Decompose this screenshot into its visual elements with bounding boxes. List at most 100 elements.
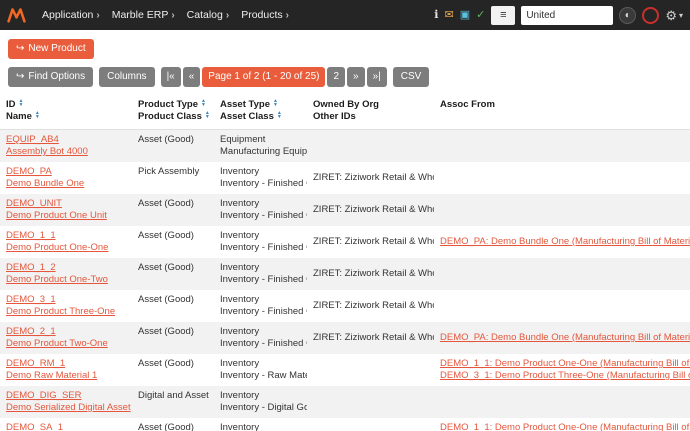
- assoc-from-link[interactable]: DEMO_PA: Demo Bundle One (Manufacturing …: [440, 236, 690, 248]
- next-page-button[interactable]: »: [347, 67, 365, 87]
- sort-product-type-icon[interactable]: ▲▼: [201, 99, 206, 108]
- col-header-id-name: ID▲▼ Name▲▼: [0, 95, 132, 130]
- asset-class-value: Inventory - Digital Good: [220, 402, 307, 413]
- product-id-link[interactable]: DEMO_UNIT: [6, 198, 62, 210]
- new-product-button[interactable]: ↪ New Product: [8, 39, 94, 59]
- id-name-cell: DEMO_1_1 Demo Product One-One: [0, 226, 132, 258]
- settings-menu[interactable]: ⚙ ▾: [665, 9, 683, 22]
- product-id-link[interactable]: EQUIP_AB4: [6, 134, 59, 146]
- assoc-from-link[interactable]: DEMO_1_1: Demo Product One-One (Manufact…: [440, 358, 690, 370]
- product-name-link[interactable]: Demo Serialized Digital Asset: [6, 402, 131, 414]
- sort-name-icon[interactable]: ▲▼: [35, 111, 40, 120]
- chevron-right-icon: ›: [286, 10, 289, 21]
- caret-down-icon: ▾: [679, 11, 683, 20]
- search-input[interactable]: [521, 6, 613, 25]
- product-table-body: EQUIP_AB4 Assembly Bot 4000 Asset (Good)…: [0, 130, 690, 431]
- first-page-button[interactable]: |«: [161, 67, 181, 87]
- product-type-cell: Asset (Good): [132, 418, 214, 431]
- menu-catalog[interactable]: Catalog ›: [187, 9, 230, 21]
- product-name-link[interactable]: Assembly Bot 4000: [6, 146, 88, 158]
- asset-class-value: Inventory - Finished Good: [220, 338, 307, 349]
- product-id-link[interactable]: DEMO_PA: [6, 166, 52, 178]
- id-name-cell: DEMO_PA Demo Bundle One: [0, 162, 132, 194]
- find-options-button[interactable]: ↪ Find Options: [8, 67, 93, 87]
- list-icon: ≡: [500, 10, 506, 21]
- header-name-label: Name: [6, 111, 32, 122]
- asset-type-cell: Inventory Inventory - Finished Good: [214, 226, 307, 258]
- product-id-link[interactable]: DEMO_2_1: [6, 326, 56, 338]
- asset-class-value: Inventory - Raw Material: [220, 370, 307, 381]
- topbar: Application › Marble ERP › Catalog › Pro…: [0, 0, 690, 30]
- assoc-from-cell: [434, 258, 690, 290]
- assoc-from-cell: DEMO_1_1: Demo Product One-One (Manufact…: [434, 354, 690, 386]
- product-name-link[interactable]: Demo Raw Material 1: [6, 370, 97, 382]
- columns-button[interactable]: Columns: [99, 67, 154, 87]
- menu-application-label: Application: [42, 9, 93, 21]
- assoc-from-link[interactable]: DEMO_1_1: Demo Product One-One (Manufact…: [440, 422, 690, 431]
- product-name-link[interactable]: Demo Product One-Two: [6, 274, 108, 286]
- screen-icon[interactable]: ▣: [460, 10, 470, 21]
- owned-by-org-value: ZIRET: Ziziwork Retail & Wholesale: [313, 268, 434, 279]
- product-type-cell: Asset (Good): [132, 194, 214, 226]
- product-name-link[interactable]: Demo Product One-One: [6, 242, 108, 254]
- last-page-button[interactable]: »|: [367, 67, 387, 87]
- product-id-link[interactable]: DEMO_DIG_SER: [6, 390, 82, 402]
- header-product-class-label: Product Class: [138, 111, 202, 122]
- header-product-type-label: Product Type: [138, 99, 198, 110]
- id-name-cell: EQUIP_AB4 Assembly Bot 4000: [0, 130, 132, 163]
- next-page-icon: »: [353, 72, 359, 82]
- menu-products[interactable]: Products ›: [241, 9, 289, 21]
- menu-application[interactable]: Application ›: [42, 9, 100, 21]
- owned-by-org-value: ZIRET: Ziziwork Retail & Wholesale: [313, 300, 434, 311]
- header-other-ids-label: Other IDs: [313, 111, 428, 123]
- check-icon[interactable]: ✓: [476, 10, 485, 21]
- asset-type-value: Inventory: [220, 198, 259, 209]
- prev-page-button[interactable]: «: [183, 67, 201, 87]
- sort-product-class-icon[interactable]: ▲▼: [205, 111, 210, 120]
- dark-mode-toggle[interactable]: ◐: [619, 7, 636, 24]
- logout-button[interactable]: [642, 7, 659, 24]
- sort-asset-class-icon[interactable]: ▲▼: [277, 111, 282, 120]
- mail-icon[interactable]: ✉: [444, 10, 453, 21]
- list-view-button[interactable]: ≡: [491, 6, 515, 25]
- assoc-from-link[interactable]: DEMO_PA: Demo Bundle One (Manufacturing …: [440, 332, 690, 344]
- assoc-from-cell: DEMO_1_1: Demo Product One-One (Manufact…: [434, 418, 690, 431]
- table-row: DEMO_3_1 Demo Product Three-One Asset (G…: [0, 290, 690, 322]
- product-id-link[interactable]: DEMO_3_1: [6, 294, 56, 306]
- moqui-logo[interactable]: [7, 7, 26, 23]
- csv-button[interactable]: CSV: [393, 67, 430, 87]
- table-row: DEMO_PA Demo Bundle One Pick Assembly In…: [0, 162, 690, 194]
- owned-by-org-cell: ZIRET: Ziziwork Retail & Wholesale: [307, 322, 434, 354]
- product-name-link[interactable]: Demo Product Two-One: [6, 338, 108, 350]
- product-id-link[interactable]: DEMO_RM_1: [6, 358, 65, 370]
- asset-type-cell: Inventory Inventory - Finished Good: [214, 162, 307, 194]
- sort-asset-type-icon[interactable]: ▲▼: [273, 99, 278, 108]
- owned-by-org-cell: ZIRET: Ziziwork Retail & Wholesale: [307, 194, 434, 226]
- product-name-link[interactable]: Demo Product One Unit: [6, 210, 107, 222]
- product-id-link[interactable]: DEMO_1_1: [6, 230, 56, 242]
- assoc-from-cell: DEMO_PA: Demo Bundle One (Manufacturing …: [434, 322, 690, 354]
- header-id-label: ID: [6, 99, 16, 110]
- id-name-cell: DEMO_1_2 Demo Product One-Two: [0, 258, 132, 290]
- table-row: DEMO_DIG_SER Demo Serialized Digital Ass…: [0, 386, 690, 418]
- page-2-button[interactable]: 2: [327, 67, 345, 87]
- product-type-cell: Digital and Asset: [132, 386, 214, 418]
- menu-marble-erp[interactable]: Marble ERP ›: [112, 9, 175, 21]
- id-name-cell: DEMO_RM_1 Demo Raw Material 1: [0, 354, 132, 386]
- product-id-link[interactable]: DEMO_1_2: [6, 262, 56, 274]
- product-name-link[interactable]: Demo Product Three-One: [6, 306, 115, 318]
- pagination: |« « Page 1 of 2 (1 - 20 of 25) 2 » »|: [161, 67, 387, 87]
- product-type-value: Asset (Good): [138, 358, 194, 369]
- asset-type-value: Inventory: [220, 166, 259, 177]
- info-icon[interactable]: ℹ: [434, 10, 438, 21]
- csv-label: CSV: [401, 72, 422, 82]
- product-type-value: Digital and Asset: [138, 390, 209, 401]
- asset-class-value: Inventory - Finished Good: [220, 210, 307, 221]
- current-page-button[interactable]: Page 1 of 2 (1 - 20 of 25): [202, 67, 325, 87]
- asset-type-value: Inventory: [220, 358, 259, 369]
- assoc-from-cell: [434, 130, 690, 163]
- assoc-from-link[interactable]: DEMO_3_1: Demo Product Three-One (Manufa…: [440, 370, 690, 382]
- product-id-link[interactable]: DEMO_SA_1: [6, 422, 63, 431]
- product-name-link[interactable]: Demo Bundle One: [6, 178, 84, 190]
- sort-id-icon[interactable]: ▲▼: [19, 99, 24, 108]
